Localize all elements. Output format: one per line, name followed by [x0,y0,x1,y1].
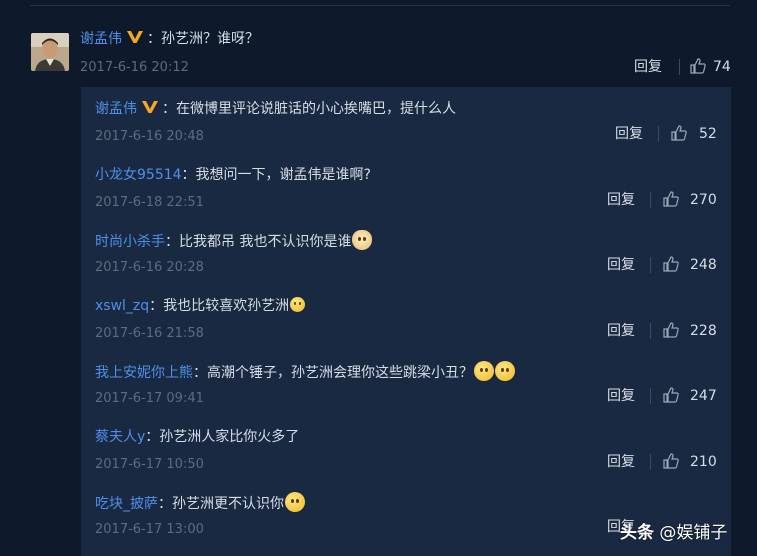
action-divider [650,192,651,208]
reply-username[interactable]: xswl_zq [95,298,149,314]
colon: ： [162,101,176,117]
main-comment: 谢孟伟 ：孙艺洲？谁呀？ 2017-6-16 20:12 回复 74 [80,29,740,79]
comment-time: 2017-6-16 20:12 [80,60,189,75]
reply-time: 2017-6-16 20:28 [95,260,204,275]
thumbs-up-icon[interactable] [662,255,680,273]
reply-time: 2017-6-17 10:50 [95,457,204,472]
comment-line: 谢孟伟 ：孙艺洲？谁呀？ [80,29,259,49]
reply-button[interactable]: 回复 [615,125,643,143]
action-divider [650,323,651,339]
smile-emoji-icon [285,492,305,512]
reply-item: 小龙女95514：我想问一下，谢孟伟是谁啊? 2017-6-18 22:51 回… [81,159,731,225]
thumbs-up-icon[interactable] [689,57,707,75]
replies-panel: 谢孟伟 ：在微博里评论说脏话的小心挨嘴巴，提什么人 2017-6-16 20:48… [81,87,731,556]
reply-item: 谢孟伟 ：在微博里评论说脏话的小心挨嘴巴，提什么人 2017-6-16 20:48… [81,93,731,159]
reply-button[interactable]: 回复 [607,191,635,209]
thumbs-up-icon[interactable] [662,452,680,470]
like-count: 210 [690,454,717,470]
reply-item: 蔡夫人y：孙艺洲人家比你火多了 2017-6-17 10:50 回复 210 [81,421,731,487]
watermark-brand: 头条 [620,523,654,543]
avatar[interactable] [31,33,69,71]
thumbs-up-icon[interactable] [662,321,680,339]
reply-time: 2017-6-16 21:58 [95,326,204,341]
verified-v-icon [127,31,143,43]
reply-text: 我也比较喜欢孙艺洲 [163,298,290,314]
reply-text: 孙艺洲更不认识你 [172,496,284,512]
thumbs-up-icon[interactable] [662,190,680,208]
reply-button[interactable]: 回复 [607,387,635,405]
comment-username[interactable]: 谢孟伟 [80,31,122,47]
reply-button[interactable]: 回复 [607,322,635,340]
like-count: 247 [690,388,717,404]
thumbs-up-icon[interactable] [662,386,680,404]
smile-emoji-icon [474,361,494,381]
reply-username[interactable]: 吃块_披萨 [95,496,158,512]
colon: ： [149,298,164,314]
reply-button[interactable]: 回复 [607,256,635,274]
reply-text: 孙艺洲人家比你火多了 [159,429,300,445]
colon: ： [145,429,160,445]
watermark-handle: @娱铺子 [659,523,728,543]
avatar-image [31,33,69,71]
action-divider [650,454,651,470]
smile-emoji-icon [495,361,515,381]
small-face-emoji-icon [290,297,306,312]
doge-emoji-icon [352,230,373,250]
verified-v-icon [142,101,158,113]
colon: ： [158,496,172,512]
reply-text: 我想问一下，谢孟伟是谁啊? [195,167,371,183]
reply-username[interactable]: 小龙女95514 [95,167,182,183]
reply-item: xswl_zq：我也比较喜欢孙艺洲 2017-6-16 21:58 回复 228 [81,290,731,356]
comment-text: 孙艺洲？谁呀？ [161,31,259,47]
reply-item: 时尚小杀手：比我都吊 我也不认识你是谁 2017-6-16 20:28 回复 2… [81,224,731,290]
top-divider [30,5,730,6]
colon: ： [165,234,179,250]
action-divider [658,126,659,142]
like-count: 270 [690,192,717,208]
reply-text: 高潮个锤子，孙艺洲会理你这些跳梁小丑？ [207,365,473,381]
reply-item: 我上安妮你上熊：高潮个锤子，孙艺洲会理你这些跳梁小丑？ 2017-6-17 09… [81,355,731,421]
reply-time: 2017-6-17 09:41 [95,391,204,406]
colon: ： [193,365,207,381]
reply-time: 2017-6-17 13:00 [95,522,204,537]
reply-text: 比我都吊 我也不认识你是谁 [179,234,352,250]
like-count: 248 [690,257,717,273]
like-count: 74 [713,59,731,75]
colon: ： [147,31,161,47]
thumbs-up-icon[interactable] [670,124,688,142]
reply-button[interactable]: 回复 [607,453,635,471]
reply-button[interactable]: 回复 [634,58,662,76]
action-divider [650,388,651,404]
action-divider [679,59,680,75]
reply-username[interactable]: 时尚小杀手 [95,234,165,250]
watermark: 头条 @娱铺子 [620,518,727,543]
reply-username[interactable]: 谢孟伟 [95,101,137,117]
like-count: 52 [699,126,717,142]
reply-username[interactable]: 蔡夫人y [95,429,145,445]
reply-time: 2017-6-18 22:51 [95,195,204,210]
reply-time: 2017-6-16 20:48 [95,129,204,144]
reply-text: 在微博里评论说脏话的小心挨嘴巴，提什么人 [176,101,456,117]
reply-username[interactable]: 我上安妮你上熊 [95,365,193,381]
colon: ： [181,167,196,183]
like-count: 228 [690,323,717,339]
action-divider [650,257,651,273]
